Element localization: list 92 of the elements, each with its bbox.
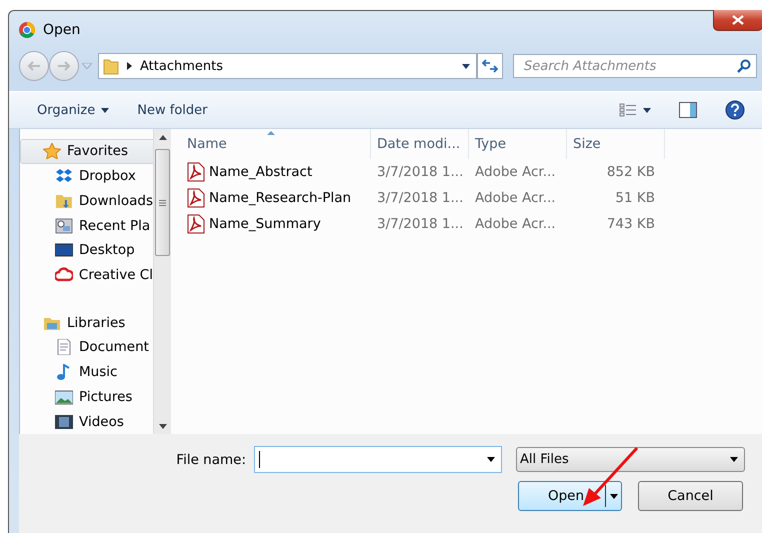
folder-icon	[55, 192, 73, 209]
refresh-button[interactable]	[477, 53, 503, 79]
picture-icon	[55, 388, 73, 405]
size-cell-text: 51 KB	[614, 190, 656, 206]
address-path[interactable]: Attachments	[140, 58, 454, 74]
type-cell-text: Adobe Acr...	[474, 216, 557, 232]
pdf-file-icon	[187, 162, 205, 182]
film-icon	[55, 414, 73, 430]
caret-icon	[643, 108, 651, 112]
chrome-icon	[19, 22, 35, 38]
file-name: Name_Abstract	[209, 164, 312, 180]
breadcrumb-arrow-icon	[127, 62, 132, 70]
back-button[interactable]	[19, 51, 49, 81]
close-button[interactable]	[713, 10, 762, 31]
item-label: Recent Pla	[79, 218, 150, 234]
item-label: Desktop	[79, 242, 135, 258]
address-bar[interactable]: Attachments	[98, 53, 477, 79]
item-label: Pictures	[79, 388, 132, 405]
file-name: Name_Research-Plan	[209, 190, 352, 206]
size-cell-text: 852 KB	[606, 164, 656, 180]
date-cell-text: 3/7/2018 1...	[376, 190, 464, 206]
close-icon	[732, 15, 744, 25]
item-label: Document	[79, 339, 149, 356]
item-label: Dropbox	[79, 168, 136, 184]
creative-cloud-icon	[55, 267, 73, 284]
file-name-cell[interactable]: Name_Research-Plan	[181, 188, 371, 208]
item-label: Videos	[79, 414, 124, 430]
item-label: Downloads	[78, 192, 153, 209]
navigation-group[interactable]: Favorites	[20, 139, 153, 164]
scroll-down-icon[interactable]	[158, 424, 166, 428]
pdf-file-icon	[187, 188, 205, 208]
item-label: Creative Cl	[78, 267, 153, 284]
help-icon	[725, 100, 745, 120]
caret-icon	[462, 64, 470, 68]
search-field[interactable]: Search Attachments	[513, 54, 757, 78]
type-cell-text: Adobe Acr...	[474, 190, 557, 206]
file-name-field[interactable]	[254, 446, 502, 473]
caret-icon	[101, 108, 110, 112]
navigation-item[interactable]: Dropbox	[20, 164, 153, 189]
document-icon	[55, 339, 73, 356]
grip-icon	[159, 200, 166, 206]
pdf-file-icon	[187, 214, 205, 234]
size-cell-text: 743 KB	[606, 216, 656, 232]
desktop-icon	[55, 242, 73, 258]
column-header[interactable]: Size	[567, 129, 665, 159]
navigation-item[interactable]: Videos	[20, 409, 153, 434]
back-arrow-icon	[27, 61, 41, 71]
refresh-icon	[482, 59, 498, 73]
preview-pane-icon	[679, 102, 697, 118]
organize-button[interactable]: Organize	[29, 98, 118, 122]
search-icon	[737, 59, 751, 73]
caret-icon	[610, 494, 618, 498]
cancel-button[interactable]: Cancel	[638, 481, 743, 511]
navigation-item[interactable]: Desktop	[20, 238, 153, 263]
open-button[interactable]: Open	[518, 481, 622, 511]
file-type-dropdown[interactable]: All Files	[516, 447, 745, 472]
file-name: Name_Summary	[209, 216, 321, 232]
navigation-item[interactable]: Downloads	[20, 188, 153, 214]
sort-arrow-icon	[267, 131, 275, 135]
recent-places-icon	[55, 218, 73, 234]
date-cell-text: 3/7/2018 1...	[376, 164, 464, 180]
navigation-group[interactable]: Libraries	[20, 310, 153, 336]
group-label: Libraries	[67, 314, 126, 331]
text-cursor	[259, 451, 260, 468]
navigation-item[interactable]: Creative Cl	[20, 262, 153, 288]
navigation-item[interactable]: Pictures	[20, 384, 153, 410]
date-cell-text: 3/7/2018 1...	[376, 216, 464, 232]
caret-icon	[730, 457, 738, 462]
item-label: Music	[79, 364, 118, 380]
file-name-cell[interactable]: Name_Abstract	[181, 162, 371, 182]
scrollbar[interactable]	[153, 129, 171, 434]
forward-arrow-icon	[57, 61, 71, 71]
star-icon	[43, 143, 61, 160]
forward-button[interactable]	[49, 51, 79, 81]
column-header[interactable]: Name	[181, 129, 371, 159]
details-view-icon	[619, 103, 637, 117]
scroll-thumb[interactable]	[155, 149, 170, 256]
navigation-item[interactable]: Recent Pla	[20, 213, 153, 238]
folder-icon	[103, 57, 119, 75]
navigation-item[interactable]: Music	[20, 360, 153, 385]
dropbox-icon	[55, 168, 73, 184]
window-title: Open	[43, 22, 80, 38]
file-name-cell[interactable]: Name_Summary	[181, 214, 371, 234]
scroll-up-icon[interactable]	[158, 134, 166, 140]
column-header[interactable]: Type	[469, 129, 567, 159]
group-label: Favorites	[67, 143, 128, 160]
type-cell-text: Adobe Acr...	[474, 164, 557, 180]
column-header[interactable]: Date modi...	[371, 129, 469, 159]
new-folder-button[interactable]: New folder	[129, 98, 216, 122]
caret-icon	[487, 457, 495, 462]
navigation-item[interactable]: Document	[20, 335, 153, 360]
file-name-label: File name:	[176, 452, 246, 468]
